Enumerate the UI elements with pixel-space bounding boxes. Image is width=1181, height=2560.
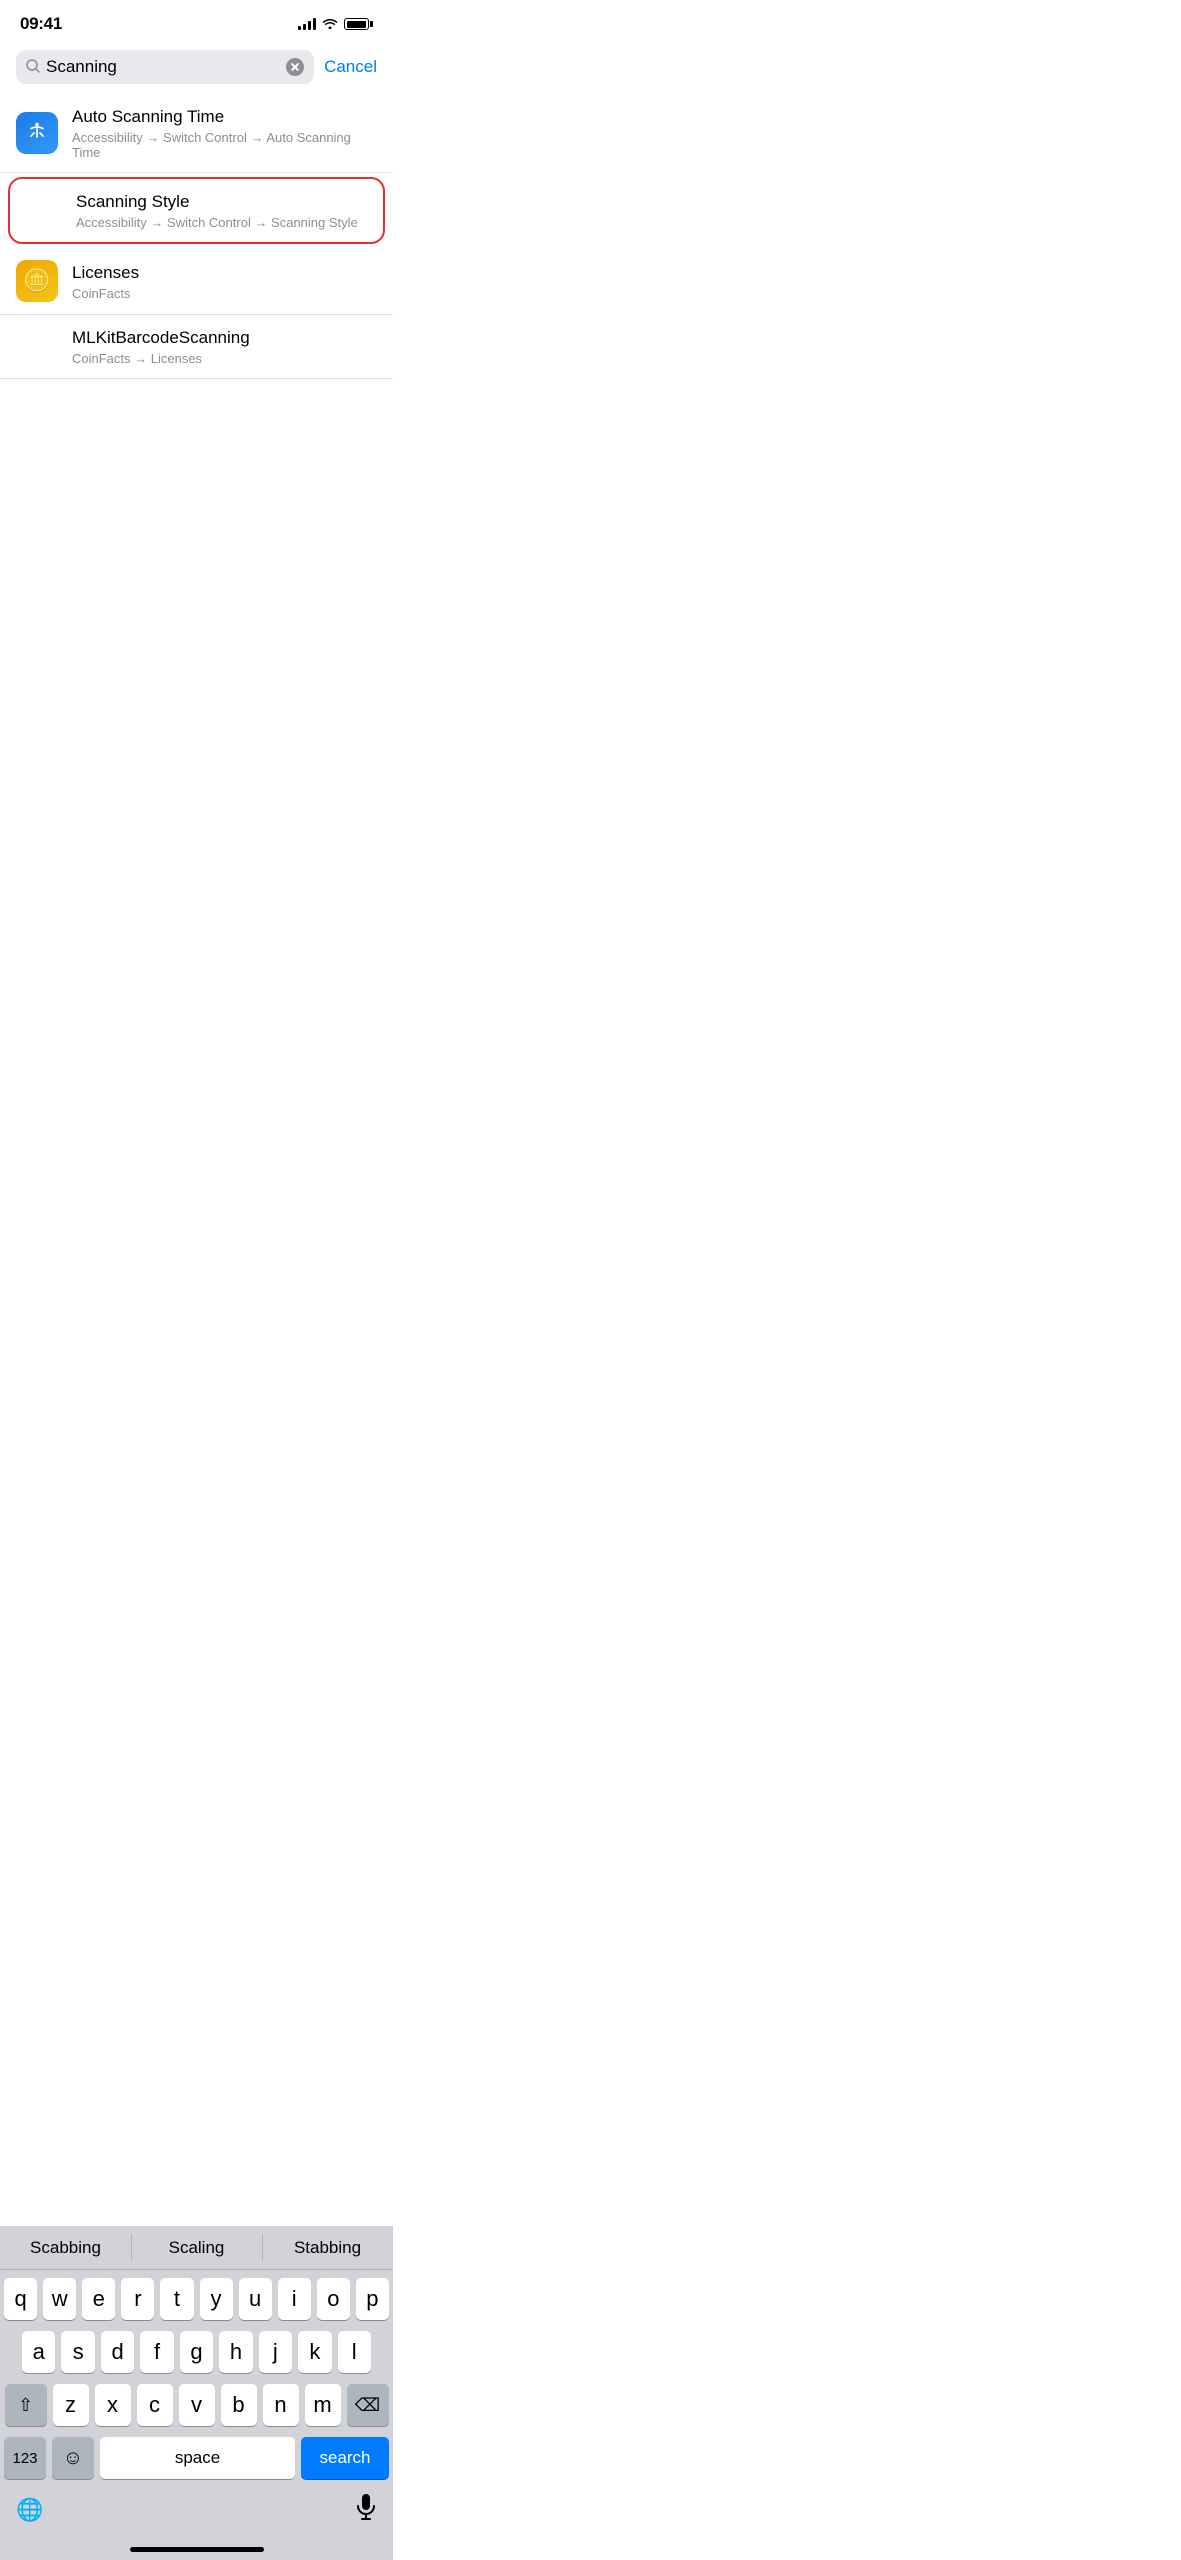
content-area (0, 379, 393, 739)
key-a[interactable]: a (22, 2331, 55, 2373)
key-c[interactable]: c (137, 2384, 173, 2426)
wifi-icon (322, 16, 338, 32)
key-y[interactable]: y (200, 2278, 233, 2320)
keyboard-row-3: ⇧ z x c v b n m ⌫ (4, 2384, 389, 2426)
result-item-mlkit[interactable]: MLKitBarcodeScanning CoinFacts → License… (0, 315, 393, 379)
result-title: Licenses (72, 262, 377, 284)
results-list: Auto Scanning Time Accessibility → Switc… (0, 94, 393, 379)
emoji-key[interactable]: ☺ (52, 2437, 94, 2479)
keyboard: Scabbing Scaling Stabbing q w e r t y u … (0, 2226, 393, 2560)
key-r[interactable]: r (121, 2278, 154, 2320)
key-x[interactable]: x (95, 2384, 131, 2426)
cancel-button[interactable]: Cancel (324, 57, 377, 77)
search-bar: Cancel (0, 42, 393, 94)
autocorrect-bar: Scabbing Scaling Stabbing (0, 2226, 393, 2270)
key-i[interactable]: i (278, 2278, 311, 2320)
search-label: search (319, 2448, 370, 2468)
delete-key[interactable]: ⌫ (347, 2384, 389, 2426)
result-item-licenses[interactable]: 🪙 Licenses CoinFacts (0, 248, 393, 315)
shift-key[interactable]: ⇧ (5, 2384, 47, 2426)
key-b[interactable]: b (221, 2384, 257, 2426)
search-input[interactable] (46, 57, 280, 77)
key-t[interactable]: t (160, 2278, 193, 2320)
autocorrect-option-2[interactable]: Stabbing (262, 2226, 393, 2269)
result-text: MLKitBarcodeScanning CoinFacts → License… (72, 327, 377, 366)
key-z[interactable]: z (53, 2384, 89, 2426)
search-clear-button[interactable] (286, 58, 304, 76)
key-e[interactable]: e (82, 2278, 115, 2320)
key-v[interactable]: v (179, 2384, 215, 2426)
key-u[interactable]: u (239, 2278, 272, 2320)
key-s[interactable]: s (61, 2331, 94, 2373)
accessibility-icon (16, 112, 58, 154)
result-subtitle: Accessibility → Switch Control → Scannin… (76, 215, 373, 230)
result-subtitle: CoinFacts (72, 286, 377, 301)
coinfacts-icon: 🪙 (16, 260, 58, 302)
key-p[interactable]: p (356, 2278, 389, 2320)
search-key[interactable]: search (301, 2437, 389, 2479)
result-title: Auto Scanning Time (72, 106, 377, 128)
keyboard-row-1: q w e r t y u i o p (4, 2278, 389, 2320)
key-m[interactable]: m (305, 2384, 341, 2426)
status-bar: 09:41 (0, 0, 393, 42)
key-d[interactable]: d (101, 2331, 134, 2373)
result-text: Auto Scanning Time Accessibility → Switc… (72, 106, 377, 160)
numbers-key[interactable]: 123 (4, 2437, 46, 2479)
keyboard-rows: q w e r t y u i o p a s d f g h j k l ⇧ … (0, 2270, 393, 2487)
globe-icon[interactable]: 🌐 (16, 2497, 43, 2523)
space-key[interactable]: space (100, 2437, 295, 2479)
key-f[interactable]: f (140, 2331, 173, 2373)
key-q[interactable]: q (4, 2278, 37, 2320)
keyboard-bottom-row: 123 ☺ space search (4, 2437, 389, 2479)
signal-icon (298, 18, 316, 30)
status-icons (298, 16, 373, 32)
autocorrect-option-1[interactable]: Scaling (131, 2226, 262, 2269)
numbers-label: 123 (12, 2450, 37, 2467)
result-subtitle: Accessibility → Switch Control → Auto Sc… (72, 130, 377, 160)
keyboard-row-2: a s d f g h j k l (4, 2331, 389, 2373)
keyboard-system-bar: 🌐 (0, 2487, 393, 2547)
result-text: Licenses CoinFacts (72, 262, 377, 301)
search-magnifier-icon (26, 59, 40, 76)
result-subtitle: CoinFacts → Licenses (72, 351, 377, 366)
key-h[interactable]: h (219, 2331, 252, 2373)
result-item-scanning-style[interactable]: Scanning Style Accessibility → Switch Co… (8, 177, 385, 244)
battery-icon (344, 18, 373, 30)
autocorrect-option-0[interactable]: Scabbing (0, 2226, 131, 2269)
key-w[interactable]: w (43, 2278, 76, 2320)
status-time: 09:41 (20, 14, 62, 34)
search-input-wrapper[interactable] (16, 50, 314, 84)
key-j[interactable]: j (259, 2331, 292, 2373)
microphone-icon[interactable] (355, 2493, 377, 2527)
key-l[interactable]: l (338, 2331, 371, 2373)
home-indicator (130, 2547, 264, 2552)
key-n[interactable]: n (263, 2384, 299, 2426)
key-k[interactable]: k (298, 2331, 331, 2373)
result-text: Scanning Style Accessibility → Switch Co… (20, 191, 373, 230)
key-o[interactable]: o (317, 2278, 350, 2320)
key-g[interactable]: g (180, 2331, 213, 2373)
result-item-auto-scanning-time[interactable]: Auto Scanning Time Accessibility → Switc… (0, 94, 393, 173)
space-label: space (175, 2448, 220, 2468)
result-title: MLKitBarcodeScanning (72, 327, 377, 349)
result-title: Scanning Style (76, 191, 373, 213)
